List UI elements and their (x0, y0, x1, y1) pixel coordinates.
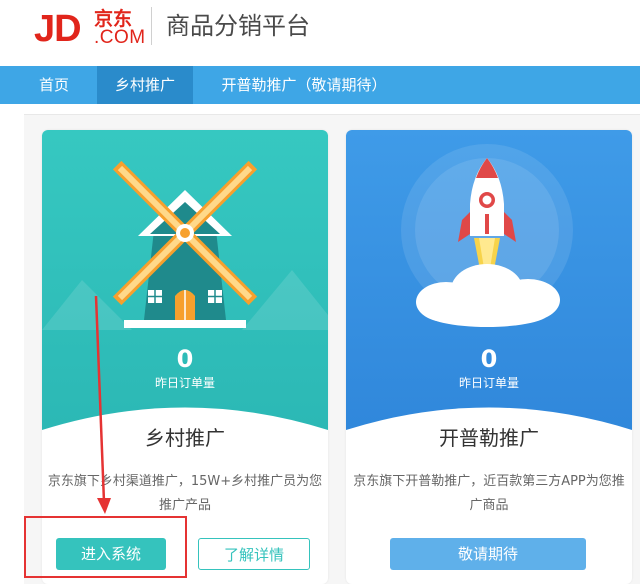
nav-item-home[interactable]: 首页 (22, 66, 86, 104)
learn-more-button[interactable]: 了解详情 (198, 538, 310, 570)
card-banner: 0 昨日订单量 (42, 130, 328, 450)
card-title: 开普勒推广 (439, 426, 539, 450)
card-banner: 0 昨日订单量 (346, 130, 632, 450)
jd-logo[interactable]: JD 京东 .COM (34, 8, 146, 50)
windmill-icon (42, 160, 328, 450)
nav-item-kepler-promotion[interactable]: 开普勒推广（敬请期待） (206, 66, 402, 104)
logo-jd-text: JD (34, 8, 82, 50)
navbar: 首页 乡村推广 开普勒推广（敬请期待） (0, 66, 640, 104)
card-description: 京东旗下开普勒推广，近百款第三方APP为您推广商品 (353, 474, 625, 513)
order-count-label: 昨日订单量 (154, 376, 215, 390)
rocket-icon (346, 144, 632, 450)
annotation-highlight-box (24, 516, 187, 578)
order-count: 0 (176, 345, 194, 373)
nav-item-rural-promotion[interactable]: 乡村推广 (97, 66, 193, 104)
card-description: 京东旗下乡村渠道推广，15W+乡村推广员为您推广产品 (47, 474, 323, 513)
order-count: 0 (480, 345, 498, 373)
card-title: 乡村推广 (145, 426, 225, 450)
order-count-label: 昨日订单量 (458, 376, 519, 390)
logo-divider (151, 7, 152, 45)
platform-title: 商品分销平台 (166, 12, 310, 40)
card-kepler-promotion: 0 昨日订单量 开普勒推广 京东旗下开普勒推广，近百款第三方APP为您推广商品 … (346, 130, 632, 584)
coming-soon-button[interactable]: 敬请期待 (390, 538, 586, 570)
header: JD 京东 .COM 商品分销平台 (0, 0, 640, 66)
logo-com-text: .COM (94, 27, 146, 48)
